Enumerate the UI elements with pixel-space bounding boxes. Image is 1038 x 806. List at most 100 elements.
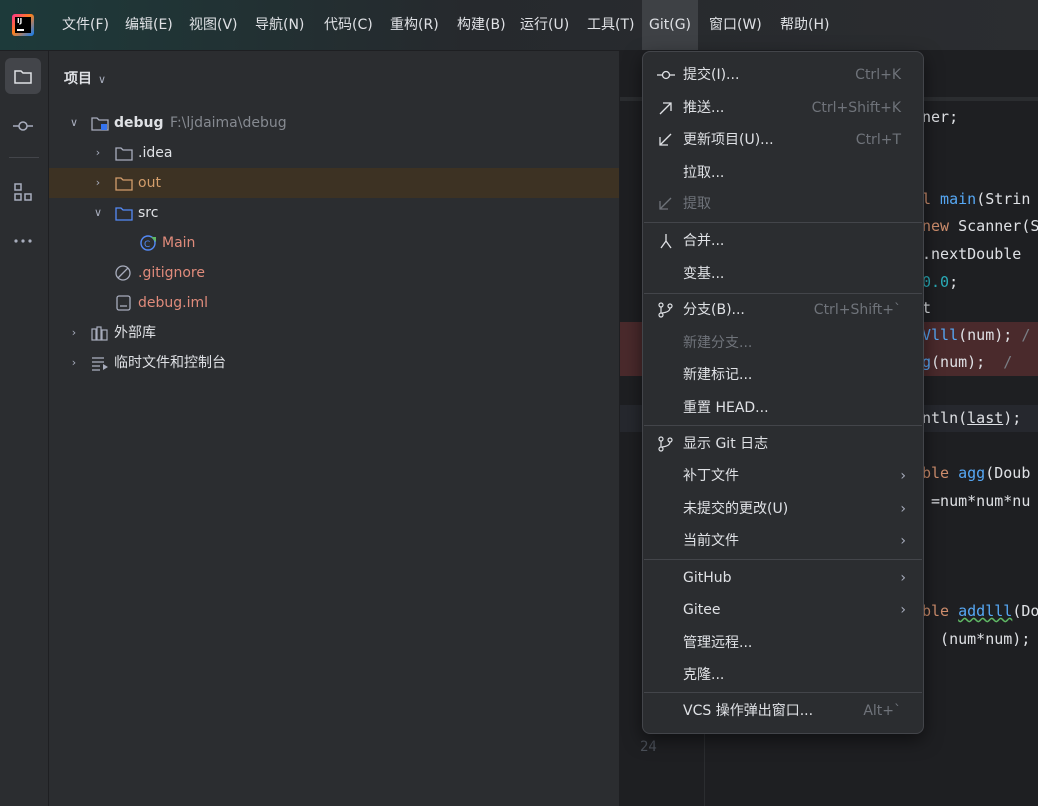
code-variable: last xyxy=(967,409,1004,427)
menu-item-label: 克隆... xyxy=(683,667,725,683)
code-text: (Doub xyxy=(985,464,1031,482)
git-menu-show-log[interactable]: 显示 Git 日志 xyxy=(643,428,923,460)
git-menu-uncommitted-changes[interactable]: 未提交的更改(U) › xyxy=(643,493,923,525)
code-line: (num*num); xyxy=(922,630,1031,648)
menu-refactor[interactable]: 重构(R) xyxy=(388,14,441,36)
menu-separator xyxy=(644,425,922,426)
more-tools-button[interactable] xyxy=(5,223,41,259)
code-text: ntln( xyxy=(922,409,968,427)
structure-tool-button[interactable] xyxy=(5,174,41,210)
menu-separator xyxy=(644,559,922,560)
git-menu-reset-head[interactable]: 重置 HEAD... xyxy=(643,392,923,424)
project-panel: 项目 ∨ ∨ debug F:\ljdaima\debug › .idea › o… xyxy=(49,51,619,806)
tool-separator xyxy=(9,157,39,158)
menu-git[interactable]: Git(G) xyxy=(642,0,698,50)
menu-item-label: 合并... xyxy=(683,233,725,249)
project-tool-button[interactable] xyxy=(5,58,41,94)
more-icon xyxy=(14,239,32,243)
iml-file-icon xyxy=(116,295,131,311)
git-menu-vcs-popup[interactable]: VCS 操作弹出窗口... Alt+` xyxy=(643,695,923,727)
project-panel-title[interactable]: 项目 ∨ xyxy=(64,68,106,88)
code-line: =num*num*nu xyxy=(922,492,1031,510)
shortcut-label: Ctrl+Shift+` xyxy=(813,302,901,318)
tree-item-gitignore[interactable]: .gitignore xyxy=(49,258,619,288)
menu-build[interactable]: 构建(B) xyxy=(455,14,508,36)
git-menu-update-project[interactable]: 更新项目(U)... Ctrl+T xyxy=(643,124,923,156)
code-keyword: new xyxy=(922,217,950,235)
git-menu-clone[interactable]: 克隆... xyxy=(643,659,923,691)
git-menu-manage-remotes[interactable]: 管理远程... xyxy=(643,627,923,659)
chevron-right-icon: › xyxy=(900,570,906,586)
git-menu-pull[interactable]: 拉取... xyxy=(643,157,923,189)
git-menu-merge[interactable]: 合并... xyxy=(643,225,923,257)
git-menu-new-tag[interactable]: 新建标记... xyxy=(643,359,923,391)
git-menu-fetch[interactable]: 提取 xyxy=(643,188,923,220)
menu-tools[interactable]: 工具(T) xyxy=(585,14,636,36)
menu-item-label: Gitee xyxy=(683,602,721,618)
merge-icon xyxy=(660,234,672,249)
git-menu-current-file[interactable]: 当前文件 › xyxy=(643,525,923,557)
menu-run[interactable]: 运行(U) xyxy=(518,14,571,36)
menu-window[interactable]: 窗口(W) xyxy=(707,14,764,36)
git-menu-github[interactable]: GitHub › xyxy=(643,562,923,594)
git-menu-dropdown: 提交(I)... Ctrl+K 推送... Ctrl+Shift+K 更新项目(… xyxy=(642,51,924,734)
menu-item-label: 显示 Git 日志 xyxy=(683,436,769,452)
git-menu-patch[interactable]: 补丁文件 › xyxy=(643,460,923,492)
java-class-icon: C xyxy=(140,235,156,251)
menu-item-label: GitHub xyxy=(683,570,732,586)
menu-file[interactable]: 文件(F) xyxy=(60,14,111,36)
git-menu-commit[interactable]: 提交(I)... Ctrl+K xyxy=(643,59,923,91)
chevron-down-icon[interactable]: ∨ xyxy=(67,108,81,138)
tree-label: Main xyxy=(162,235,196,251)
code-function: Vlll xyxy=(922,326,959,344)
menu-code[interactable]: 代码(C) xyxy=(322,14,375,36)
git-menu-gitee[interactable]: Gitee › xyxy=(643,594,923,626)
svg-text:C: C xyxy=(144,240,150,250)
tree-label: 外部库 xyxy=(114,325,156,341)
commit-icon xyxy=(13,121,33,131)
commit-tool-button[interactable] xyxy=(5,108,41,144)
menu-view[interactable]: 视图(V) xyxy=(187,14,240,36)
tree-item-out[interactable]: › out xyxy=(49,168,619,198)
folder-excluded-icon xyxy=(115,177,133,191)
tree-item-scratches[interactable]: › 临时文件和控制台 xyxy=(49,348,619,378)
tree-item-debug[interactable]: ∨ debug F:\ljdaima\debug xyxy=(49,108,619,138)
chevron-right-icon[interactable]: › xyxy=(67,348,81,378)
menu-item-label: 更新项目(U)... xyxy=(683,132,774,148)
menu-item-label: 重置 HEAD... xyxy=(683,400,769,416)
menu-help[interactable]: 帮助(H) xyxy=(778,14,831,36)
tree-label: debug.iml xyxy=(138,295,209,311)
branch-icon xyxy=(658,302,673,318)
chevron-right-icon[interactable]: › xyxy=(91,168,105,198)
source-folder-icon xyxy=(115,207,133,221)
tree-item-idea[interactable]: › .idea xyxy=(49,138,619,168)
intellij-logo-icon[interactable]: IJ xyxy=(12,14,34,36)
git-menu-new-branch[interactable]: 新建分支... xyxy=(643,327,923,359)
code-comment: / xyxy=(985,353,1013,371)
menu-item-label: 管理远程... xyxy=(683,635,753,651)
folder-icon xyxy=(115,147,133,161)
shortcut-label: Alt+` xyxy=(863,703,901,719)
tree-item-src[interactable]: ∨ src xyxy=(49,198,619,228)
tree-item-main[interactable]: C Main xyxy=(49,228,619,258)
code-function: addlll xyxy=(958,602,1013,620)
chevron-right-icon[interactable]: › xyxy=(67,318,81,348)
chevron-down-icon[interactable]: ∨ xyxy=(91,198,105,228)
push-icon xyxy=(659,102,672,115)
git-menu-rebase[interactable]: 变基... xyxy=(643,258,923,290)
menu-item-label: 变基... xyxy=(683,266,725,282)
code-keyword: ble xyxy=(922,602,959,620)
code-text: (num); xyxy=(931,353,986,371)
tree-item-external-libraries[interactable]: › 外部库 xyxy=(49,318,619,348)
tree-label: debug xyxy=(114,115,164,131)
menu-edit[interactable]: 编辑(E) xyxy=(123,14,175,36)
code-text: (Strin xyxy=(976,190,1031,208)
tree-path: F:\ljdaima\debug xyxy=(170,115,287,131)
tree-item-iml[interactable]: debug.iml xyxy=(49,288,619,318)
git-menu-branches[interactable]: 分支(B)... Ctrl+Shift+` xyxy=(643,294,923,326)
git-menu-push[interactable]: 推送... Ctrl+Shift+K xyxy=(643,92,923,124)
menu-item-label: 补丁文件 xyxy=(683,468,739,484)
menu-navigate[interactable]: 导航(N) xyxy=(253,14,306,36)
chevron-right-icon[interactable]: › xyxy=(91,138,105,168)
line-number: 24 xyxy=(640,739,657,755)
